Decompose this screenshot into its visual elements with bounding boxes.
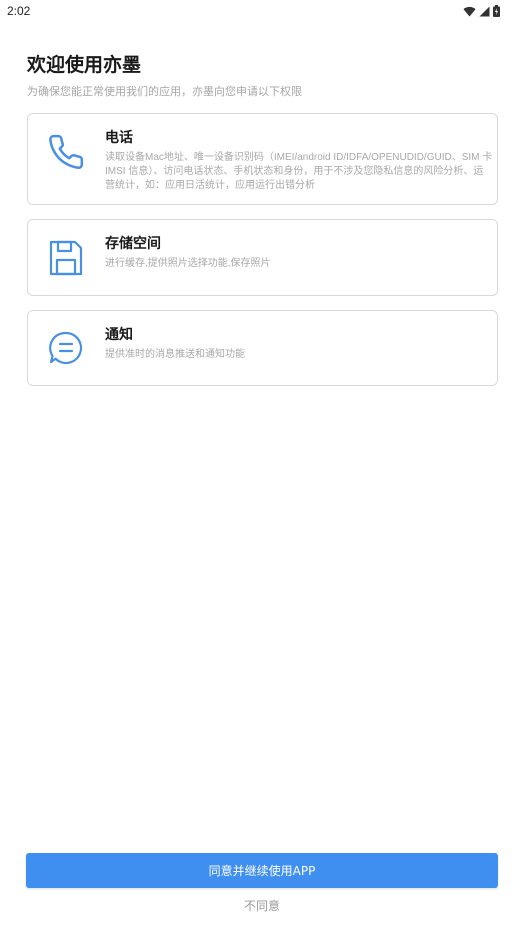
decline-button[interactable]: 不同意 bbox=[0, 897, 524, 914]
status-time: 2:02 bbox=[7, 4, 31, 18]
permission-description: 提供准时的消息推送和通知功能 bbox=[105, 349, 245, 360]
wifi-icon bbox=[463, 6, 476, 17]
message-icon bbox=[47, 329, 85, 367]
signal-icon bbox=[479, 6, 490, 17]
permission-card-phone: 电话 读取设备Mac地址、唯一设备识别码（IMEI/android ID/IDF… bbox=[27, 113, 498, 205]
permission-card-storage: 存储空间 进行缓存,提供照片选择功能,保存照片 bbox=[27, 219, 498, 296]
save-disk-icon bbox=[47, 239, 85, 277]
permission-title: 存储空间 bbox=[105, 236, 161, 252]
status-icons bbox=[463, 5, 500, 17]
permission-card-notification: 通知 提供准时的消息推送和通知功能 bbox=[27, 310, 498, 386]
page-subtitle: 为确保您能正常使用我们的应用，亦墨向您申请以下权限 bbox=[27, 85, 302, 98]
page-title: 欢迎使用亦墨 bbox=[27, 54, 142, 76]
permission-title: 电话 bbox=[105, 130, 133, 146]
permission-title: 通知 bbox=[105, 327, 133, 343]
phone-icon bbox=[47, 133, 85, 171]
permission-description: 进行缓存,提供照片选择功能,保存照片 bbox=[105, 258, 271, 269]
status-bar: 2:02 bbox=[0, 0, 524, 22]
permission-screen: 2:02 欢迎使用亦墨 为确保您能正常使用我们的应用，亦墨向您申请以下权限 电话… bbox=[0, 0, 524, 932]
permission-description: 读取设备Mac地址、唯一设备识别码（IMEI/android ID/IDFA/O… bbox=[105, 152, 493, 191]
agree-continue-button[interactable]: 同意并继续使用APP bbox=[26, 853, 498, 888]
battery-icon bbox=[493, 5, 500, 17]
